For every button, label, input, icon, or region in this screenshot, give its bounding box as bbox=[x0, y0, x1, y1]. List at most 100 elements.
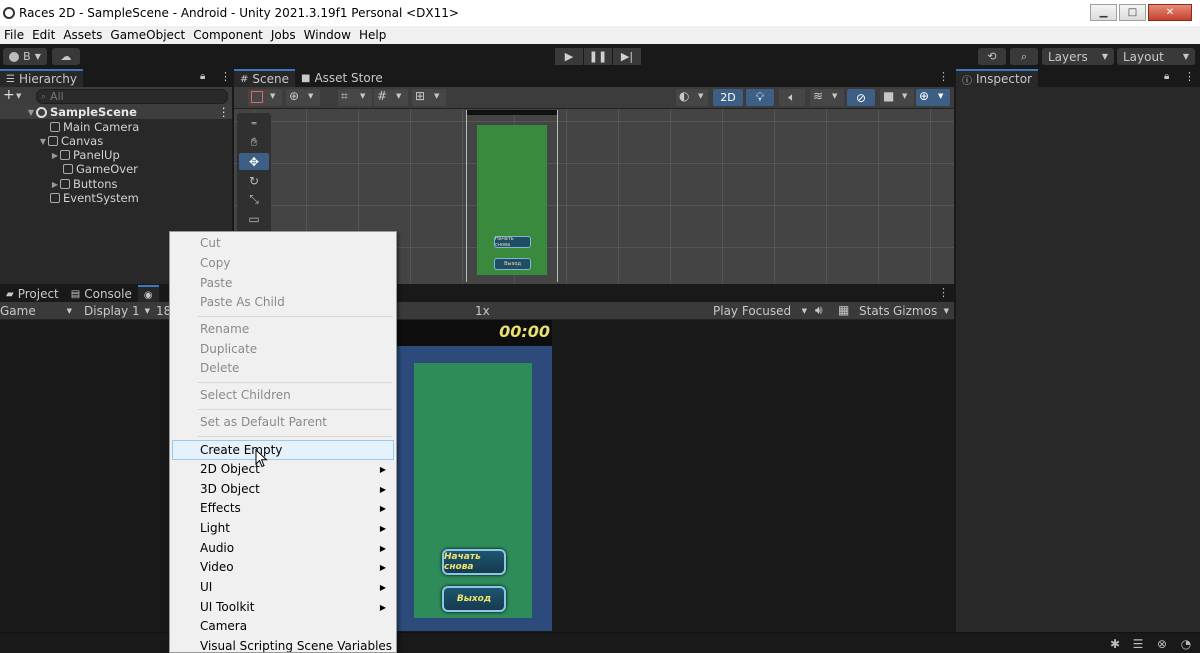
step-button[interactable]: ▶| bbox=[613, 48, 641, 65]
scene-exit-button[interactable]: Выход bbox=[494, 258, 531, 270]
hierarchy-item-gameover[interactable]: GameOver bbox=[0, 162, 232, 176]
mute-audio-button[interactable]: 🔊︎ bbox=[815, 303, 823, 318]
draw-mode-dropdown[interactable]: ▼ bbox=[248, 89, 282, 106]
audio-toggle[interactable]: 🔈︎ bbox=[779, 89, 805, 106]
menu-component[interactable]: Component bbox=[189, 28, 267, 42]
lighting-toggle[interactable]: 💡︎ bbox=[746, 89, 774, 106]
add-object-button[interactable]: + bbox=[3, 87, 15, 103]
tool-move[interactable]: ✥ bbox=[239, 153, 269, 170]
menu-item-audio[interactable]: Audio ▶ bbox=[172, 538, 394, 558]
hierarchy-item-eventsystem[interactable]: EventSystem bbox=[0, 191, 232, 205]
effects-dropdown[interactable]: ≋ ▼ bbox=[810, 89, 844, 106]
tool-rotate[interactable]: ↻ bbox=[239, 172, 269, 189]
tool-rect[interactable]: ▭ bbox=[239, 210, 269, 227]
gizmos-dropdown[interactable]: ⊕ ▼ bbox=[916, 89, 950, 106]
more-options-icon[interactable]: ⋮ bbox=[220, 70, 231, 83]
play-button[interactable]: ▶ bbox=[555, 48, 583, 65]
game-restart-button[interactable]: Начать снова bbox=[442, 549, 506, 575]
play-focused-dropdown[interactable]: Play Focused ▼ bbox=[713, 303, 809, 319]
global-toggle-dropdown[interactable]: ⊕ ▼ bbox=[286, 89, 320, 106]
cloud-button[interactable]: ☁ bbox=[52, 48, 80, 65]
tool-grip[interactable]: ═ bbox=[239, 115, 269, 132]
grid-visibility-dropdown[interactable]: # ▼ bbox=[374, 89, 408, 106]
tab-game[interactable]: ◉ bbox=[137, 285, 159, 303]
layers-stack-icon[interactable]: ☰ bbox=[1130, 636, 1146, 651]
collapse-arrow-icon[interactable]: ▶ bbox=[50, 151, 60, 160]
toggle-2d-button[interactable]: 2D bbox=[713, 89, 743, 106]
more-options-icon[interactable]: ⋮ bbox=[938, 70, 949, 83]
tab-asset-store[interactable]: ■ Asset Store bbox=[295, 69, 389, 87]
menu-item-camera[interactable]: Camera bbox=[172, 616, 394, 636]
camera-dropdown[interactable]: ■ ▼ bbox=[880, 89, 914, 106]
scene-restart-button[interactable]: Начать снова bbox=[494, 236, 531, 248]
tab-project[interactable]: ▰ Project bbox=[0, 285, 65, 303]
expand-arrow-icon[interactable]: ▼ bbox=[26, 108, 36, 117]
stats-button[interactable]: Stats bbox=[859, 304, 890, 318]
close-button[interactable]: ✕ bbox=[1148, 4, 1192, 21]
chevron-down-icon[interactable]: ▼ bbox=[16, 92, 21, 100]
layout-dropdown[interactable]: Layout ▼ bbox=[1117, 48, 1195, 65]
hierarchy-item-main-camera[interactable]: Main Camera bbox=[0, 120, 232, 134]
hierarchy-search-input[interactable]: ⌕ All bbox=[36, 89, 228, 104]
menu-item-effects[interactable]: Effects ▶ bbox=[172, 498, 394, 518]
lock-icon[interactable]: 🔒︎ bbox=[1164, 71, 1169, 82]
account-dropdown[interactable]: B ▼ bbox=[3, 48, 47, 65]
menu-item-2d-object[interactable]: 2D Object ▶ bbox=[172, 459, 394, 479]
expand-arrow-icon[interactable]: ▼ bbox=[38, 137, 48, 146]
menu-item-visual-scripting-scene-variables[interactable]: Visual Scripting Scene Variables bbox=[172, 636, 394, 652]
tool-scale[interactable]: ⤡ bbox=[239, 191, 269, 208]
menu-item-ui[interactable]: UI ▶ bbox=[172, 577, 394, 597]
stats-grid-button[interactable]: ▦ bbox=[838, 303, 849, 317]
display-dropdown[interactable]: Display 1 ▼ bbox=[84, 303, 152, 319]
scene-game-panel[interactable] bbox=[477, 125, 547, 275]
tab-console[interactable]: ▤ Console bbox=[65, 285, 138, 303]
menu-item-cut[interactable]: Cut bbox=[172, 233, 394, 253]
cache-icon[interactable]: ⊗ bbox=[1154, 636, 1170, 651]
menu-item-create-empty[interactable]: Create Empty bbox=[172, 440, 394, 460]
menu-item-paste-as-child[interactable]: Paste As Child bbox=[172, 292, 394, 312]
scene-visibility-toggle[interactable]: ⊘ bbox=[847, 89, 875, 106]
minimize-button[interactable]: ▁ bbox=[1090, 4, 1117, 21]
search-button[interactable]: ⌕ bbox=[1010, 48, 1038, 65]
grid-snap-dropdown[interactable]: ⌗ ▼ bbox=[338, 89, 372, 106]
tool-hand[interactable]: ✋︎ bbox=[239, 134, 269, 151]
menu-item-rename[interactable]: Rename bbox=[172, 319, 394, 339]
increment-snap-dropdown[interactable]: ⊞ ▼ bbox=[412, 89, 446, 106]
menu-item-set-default-parent[interactable]: Set as Default Parent bbox=[172, 412, 394, 432]
hierarchy-item-samplescene[interactable]: ▼ SampleScene ⋮ bbox=[0, 105, 232, 119]
menu-item-ui-toolkit[interactable]: UI Toolkit ▶ bbox=[172, 597, 394, 617]
game-exit-button[interactable]: Выход bbox=[442, 586, 506, 612]
menu-jobs[interactable]: Jobs bbox=[267, 28, 300, 42]
tab-inspector[interactable]: ⓘ Inspector bbox=[956, 69, 1038, 87]
history-button[interactable]: ⟲ bbox=[978, 48, 1006, 65]
menu-gameobject[interactable]: GameObject bbox=[106, 28, 189, 42]
progress-spinner-icon[interactable]: ◔ bbox=[1178, 636, 1194, 651]
hierarchy-item-canvas[interactable]: ▼ Canvas bbox=[0, 134, 232, 148]
menu-help[interactable]: Help bbox=[355, 28, 390, 42]
maximize-button[interactable]: □ bbox=[1119, 4, 1146, 21]
game-gizmos-dropdown[interactable]: Gizmos ▼ bbox=[893, 303, 953, 319]
menu-item-paste[interactable]: Paste bbox=[172, 273, 394, 293]
menu-item-duplicate[interactable]: Duplicate bbox=[172, 339, 394, 359]
menu-item-3d-object[interactable]: 3D Object ▶ bbox=[172, 479, 394, 499]
shading-dropdown[interactable]: ◐ ▼ bbox=[676, 89, 708, 106]
layers-dropdown[interactable]: Layers ▼ bbox=[1042, 48, 1114, 65]
tab-hierarchy[interactable]: ☰ Hierarchy bbox=[0, 69, 83, 87]
menu-edit[interactable]: Edit bbox=[28, 28, 59, 42]
menu-file[interactable]: File bbox=[0, 28, 28, 42]
hierarchy-item-panelup[interactable]: ▶ PanelUp bbox=[0, 148, 232, 162]
more-options-icon[interactable]: ⋮ bbox=[938, 286, 949, 299]
menu-item-light[interactable]: Light ▶ bbox=[172, 518, 394, 538]
pause-button[interactable]: ❚❚ bbox=[584, 48, 612, 65]
menu-window[interactable]: Window bbox=[300, 28, 355, 42]
collapse-arrow-icon[interactable]: ▶ bbox=[50, 180, 60, 189]
bug-icon[interactable]: ✱ bbox=[1107, 636, 1123, 651]
menu-item-select-children[interactable]: Select Children bbox=[172, 385, 394, 405]
menu-item-video[interactable]: Video ▶ bbox=[172, 557, 394, 577]
menu-assets[interactable]: Assets bbox=[59, 28, 106, 42]
hierarchy-item-buttons[interactable]: ▶ Buttons bbox=[0, 177, 232, 191]
tab-scene[interactable]: # Scene bbox=[234, 69, 295, 87]
menu-item-delete[interactable]: Delete bbox=[172, 358, 394, 378]
menu-item-copy[interactable]: Copy bbox=[172, 253, 394, 273]
game-view-dropdown[interactable]: Game ▼ bbox=[0, 303, 76, 319]
